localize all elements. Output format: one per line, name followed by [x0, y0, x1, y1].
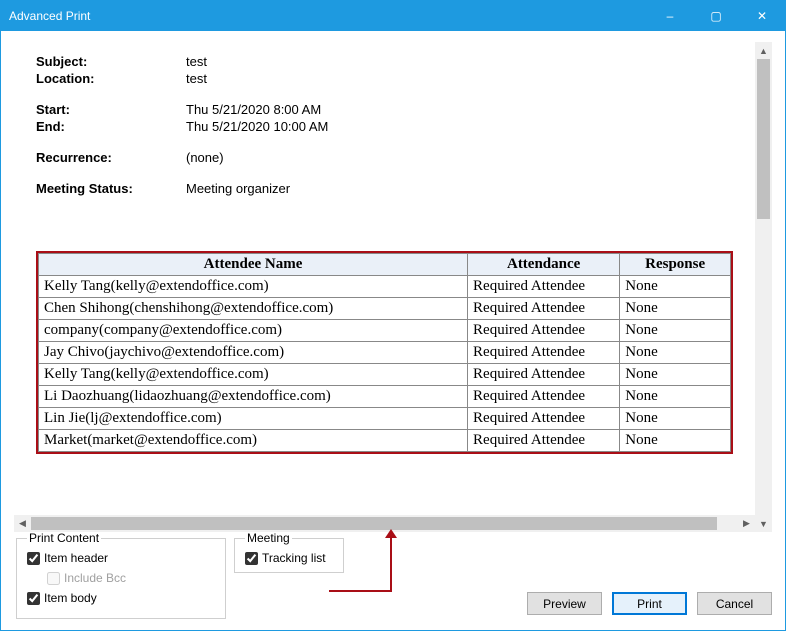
vertical-scroll-thumb[interactable] — [757, 59, 770, 219]
table-row: company(company@extendoffice.com)Require… — [39, 320, 731, 342]
table-row: Kelly Tang(kelly@extendoffice.com)Requir… — [39, 276, 731, 298]
meta-start: Start: Thu 5/21/2020 8:00 AM — [36, 102, 733, 117]
cell-name: Jay Chivo(jaychivo@extendoffice.com) — [39, 342, 468, 364]
recurrence-value: (none) — [186, 150, 224, 165]
meta-status: Meeting Status: Meeting organizer — [36, 181, 733, 196]
item-header-checkbox[interactable] — [27, 552, 40, 565]
tracking-header-row: Attendee Name Attendance Response — [39, 254, 731, 276]
include-bcc-option: Include Bcc — [47, 571, 215, 585]
minimize-icon: – — [667, 9, 674, 23]
cell-attendance: Required Attendee — [468, 408, 620, 430]
col-attendance: Attendance — [468, 254, 620, 276]
meeting-legend: Meeting — [245, 531, 292, 545]
subject-value: test — [186, 54, 207, 69]
include-bcc-label: Include Bcc — [64, 571, 126, 585]
preview-button[interactable]: Preview — [527, 592, 602, 615]
cell-attendance: Required Attendee — [468, 386, 620, 408]
item-body-option[interactable]: Item body — [27, 591, 215, 605]
include-bcc-checkbox — [47, 572, 60, 585]
cell-response: None — [620, 342, 731, 364]
cell-response: None — [620, 364, 731, 386]
scroll-left-icon[interactable]: ◀ — [14, 515, 31, 532]
cell-attendance: Required Attendee — [468, 320, 620, 342]
maximize-button[interactable]: ▢ — [693, 1, 739, 31]
vertical-scrollbar[interactable]: ▲ ▼ — [755, 42, 772, 532]
close-button[interactable]: ✕ — [739, 1, 785, 31]
status-label: Meeting Status: — [36, 181, 186, 196]
start-value: Thu 5/21/2020 8:00 AM — [186, 102, 321, 117]
preview-scrollpane: Subject: test Location: test Start: Thu … — [14, 42, 772, 532]
item-body-label: Item body — [44, 591, 97, 605]
cell-attendance: Required Attendee — [468, 342, 620, 364]
preview-document: Subject: test Location: test Start: Thu … — [14, 42, 755, 515]
cell-attendance: Required Attendee — [468, 298, 620, 320]
cell-name: Lin Jie(lj@extendoffice.com) — [39, 408, 468, 430]
scroll-down-icon[interactable]: ▼ — [755, 515, 772, 532]
meta-subject: Subject: test — [36, 54, 733, 69]
meta-recurrence: Recurrence: (none) — [36, 150, 733, 165]
cell-name: Kelly Tang(kelly@extendoffice.com) — [39, 364, 468, 386]
table-row: Li Daozhuang(lidaozhuang@extendoffice.co… — [39, 386, 731, 408]
cell-response: None — [620, 386, 731, 408]
print-button[interactable]: Print — [612, 592, 687, 615]
table-row: Chen Shihong(chenshihong@extendoffice.co… — [39, 298, 731, 320]
cell-response: None — [620, 298, 731, 320]
item-body-checkbox[interactable] — [27, 592, 40, 605]
tracking-list-option[interactable]: Tracking list — [245, 551, 333, 565]
table-row: Market(market@extendoffice.com)Required … — [39, 430, 731, 452]
col-attendee-name: Attendee Name — [39, 254, 468, 276]
window-title: Advanced Print — [9, 9, 90, 23]
cancel-button[interactable]: Cancel — [697, 592, 772, 615]
dialog-buttons: Preview Print Cancel — [527, 592, 772, 615]
cell-response: None — [620, 408, 731, 430]
print-content-group: Print Content Item header Include Bcc It… — [16, 531, 226, 619]
item-header-label: Item header — [44, 551, 108, 565]
tracking-table: Attendee Name Attendance Response Kelly … — [38, 253, 731, 452]
cell-attendance: Required Attendee — [468, 430, 620, 452]
cell-name: Chen Shihong(chenshihong@extendoffice.co… — [39, 298, 468, 320]
cell-attendance: Required Attendee — [468, 364, 620, 386]
close-icon: ✕ — [757, 9, 767, 23]
cell-name: Kelly Tang(kelly@extendoffice.com) — [39, 276, 468, 298]
end-value: Thu 5/21/2020 10:00 AM — [186, 119, 328, 134]
tracking-highlight: Attendee Name Attendance Response Kelly … — [36, 251, 733, 454]
location-label: Location: — [36, 71, 186, 86]
table-row: Jay Chivo(jaychivo@extendoffice.com)Requ… — [39, 342, 731, 364]
content-area: Subject: test Location: test Start: Thu … — [2, 32, 784, 629]
maximize-icon: ▢ — [710, 9, 721, 23]
tracking-list-label: Tracking list — [262, 551, 326, 565]
cell-name: Market(market@extendoffice.com) — [39, 430, 468, 452]
table-row: Lin Jie(lj@extendoffice.com)Required Att… — [39, 408, 731, 430]
scroll-right-icon[interactable]: ▶ — [738, 515, 755, 532]
col-response: Response — [620, 254, 731, 276]
caption-buttons: – ▢ ✕ — [647, 1, 785, 31]
meeting-group: Meeting Tracking list — [234, 531, 344, 573]
options-area: Print Content Item header Include Bcc It… — [14, 531, 772, 621]
print-content-legend: Print Content — [27, 531, 101, 545]
cell-name: company(company@extendoffice.com) — [39, 320, 468, 342]
location-value: test — [186, 71, 207, 86]
horizontal-scroll-thumb[interactable] — [31, 517, 717, 530]
cell-response: None — [620, 276, 731, 298]
titlebar: Advanced Print – ▢ ✕ — [1, 1, 785, 31]
cell-attendance: Required Attendee — [468, 276, 620, 298]
table-row: Kelly Tang(kelly@extendoffice.com)Requir… — [39, 364, 731, 386]
start-label: Start: — [36, 102, 186, 117]
item-header-option[interactable]: Item header — [27, 551, 215, 565]
scroll-up-icon[interactable]: ▲ — [755, 42, 772, 59]
subject-label: Subject: — [36, 54, 186, 69]
recurrence-label: Recurrence: — [36, 150, 186, 165]
meta-location: Location: test — [36, 71, 733, 86]
cell-name: Li Daozhuang(lidaozhuang@extendoffice.co… — [39, 386, 468, 408]
minimize-button[interactable]: – — [647, 1, 693, 31]
meta-end: End: Thu 5/21/2020 10:00 AM — [36, 119, 733, 134]
cell-response: None — [620, 320, 731, 342]
end-label: End: — [36, 119, 186, 134]
cell-response: None — [620, 430, 731, 452]
tracking-list-checkbox[interactable] — [245, 552, 258, 565]
window-frame: Advanced Print – ▢ ✕ Subject: test Locat… — [0, 0, 786, 631]
status-value: Meeting organizer — [186, 181, 290, 196]
